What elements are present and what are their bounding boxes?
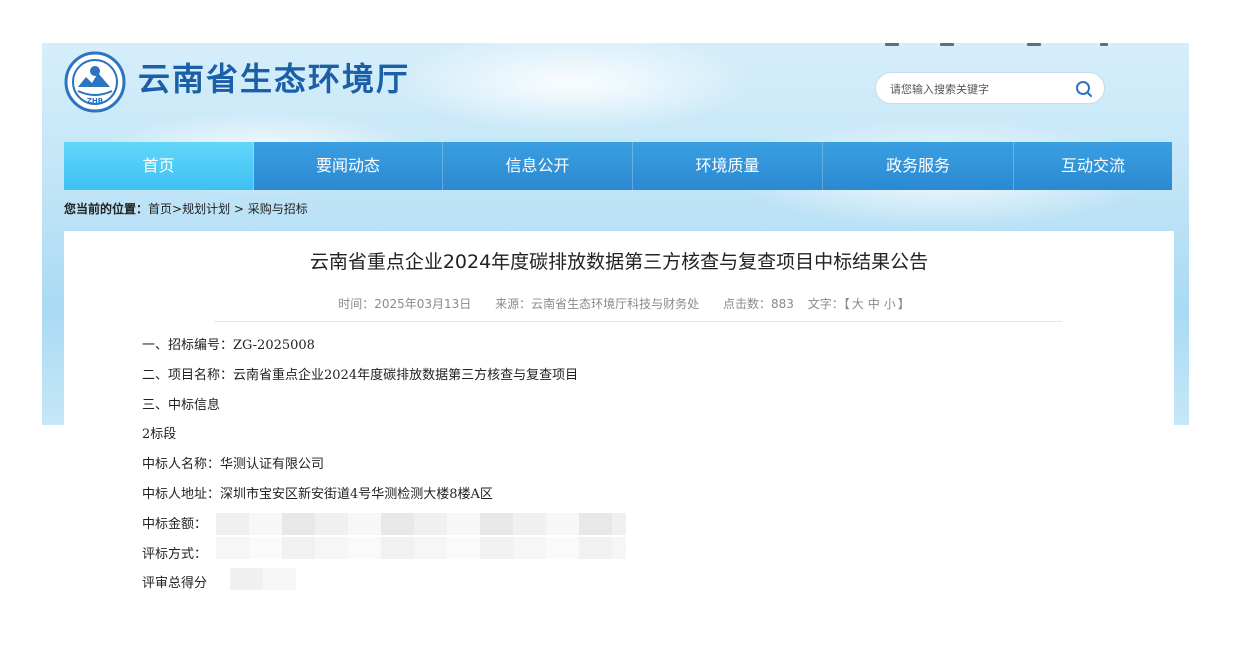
breadcrumb-separator: >: [172, 202, 183, 216]
site-title[interactable]: 云南省生态环境厅: [138, 57, 410, 101]
click-count: 点击数：883: [722, 297, 794, 311]
header-decoration: [885, 43, 899, 46]
font-size-large-button[interactable]: 大: [852, 297, 864, 311]
winner-address-line: 中标人地址：深圳市宝安区新安街道4号华测检测大楼8楼A区: [142, 486, 493, 502]
breadcrumb-current-link[interactable]: 采购与招标: [248, 202, 308, 216]
award-info-heading: 三、中标信息: [142, 397, 221, 413]
meta-divider: [214, 321, 1062, 322]
header-decoration: [1027, 43, 1041, 46]
nav-item-info-disclosure[interactable]: 信息公开: [443, 142, 633, 190]
nav-item-env-quality[interactable]: 环境质量: [633, 142, 823, 190]
tender-number-line: 一、招标编号：ZG-2025008: [142, 338, 315, 353]
breadcrumb-plan-link[interactable]: 规划计划: [182, 202, 230, 216]
article-meta: 时间：2025年03月13日 来源：云南省生态环境厅科技与财务处 点击数：883…: [64, 295, 1174, 313]
winner-name-line: 中标人名称：华测认证有限公司: [142, 457, 325, 473]
header-decoration: [940, 43, 954, 46]
main-nav: 首页 要闻动态 信息公开 环境质量 政务服务 互动交流: [64, 142, 1172, 190]
header-decoration: [1100, 43, 1108, 46]
project-name-line: 二、项目名称：云南省重点企业2024年度碳排放数据第三方核查与复查项目: [142, 367, 579, 383]
redacted-amount: [216, 512, 626, 535]
emblem-lettering: ZHB: [87, 97, 103, 105]
font-size-bracket: 【: [843, 297, 850, 311]
breadcrumb-separator: >: [230, 202, 248, 216]
search-box: [875, 72, 1105, 104]
font-size-label: 文字：: [807, 297, 844, 311]
nav-item-interaction[interactable]: 互动交流: [1014, 142, 1172, 190]
total-score-line: 评审总得分: [142, 568, 1102, 603]
breadcrumb-home-link[interactable]: 首页: [148, 202, 172, 216]
article-panel: 云南省重点企业2024年度碳排放数据第三方核查与复查项目中标结果公告 时间：20…: [64, 231, 1174, 603]
award-amount-label: 中标金额：: [142, 516, 208, 532]
search-input[interactable]: [888, 79, 1062, 99]
nav-item-news[interactable]: 要闻动态: [254, 142, 443, 190]
article-body: 一、招标编号：ZG-2025008 二、项目名称：云南省重点企业2024年度碳排…: [142, 335, 1102, 603]
nav-item-home[interactable]: 首页: [64, 142, 254, 190]
breadcrumb: 您当前的位置：首页>规划计划 > 采购与招标: [64, 201, 308, 217]
redacted-method: [216, 536, 626, 559]
nav-item-gov-services[interactable]: 政务服务: [823, 142, 1014, 190]
evaluation-method-label: 评标方式：: [142, 546, 208, 562]
article-source: 来源：云南省生态环境厅科技与财务处: [495, 297, 700, 311]
lot-line: 2标段: [142, 427, 177, 443]
page-viewport: ZHB 云南省生态环境厅 首页 要闻动态 信息公开 环境质量 政务服务 互动交流…: [42, 43, 1189, 603]
total-score-label: 评审总得分: [142, 576, 208, 592]
breadcrumb-label: 您当前的位置：: [64, 202, 149, 216]
redacted-score: [230, 568, 296, 591]
article-title: 云南省重点企业2024年度碳排放数据第三方核查与复查项目中标结果公告: [309, 251, 929, 273]
department-emblem-icon[interactable]: ZHB: [64, 51, 126, 113]
font-size-medium-button[interactable]: 中: [868, 297, 880, 311]
font-size-small-button[interactable]: 小: [884, 297, 896, 311]
publish-time: 时间：2025年03月13日: [338, 297, 472, 311]
font-size-bracket: 】: [897, 297, 910, 311]
search-icon[interactable]: [1074, 79, 1094, 99]
